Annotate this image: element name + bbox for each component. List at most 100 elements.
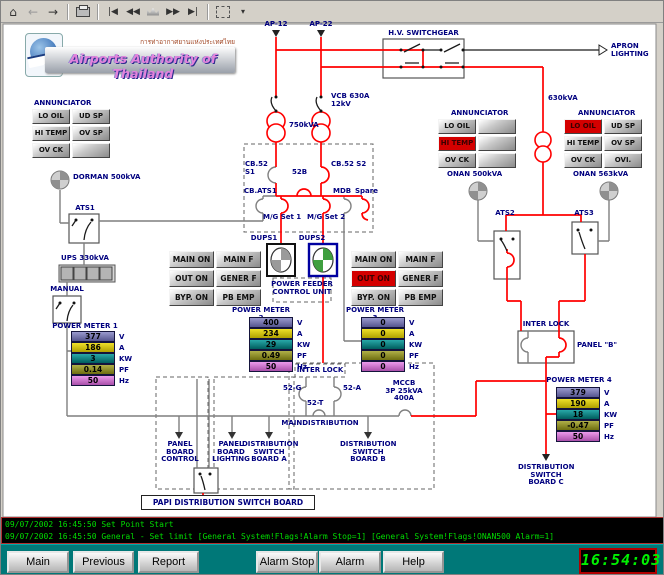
annunciator-cell: OV CK [438, 153, 476, 168]
meter-value: 0.49 [249, 350, 293, 361]
label-panel-board-control: PANEL BOARD CONTROL [161, 440, 199, 463]
meter-value: 0.14 [71, 364, 115, 375]
power-meter-4-title: POWER METER 4 [546, 376, 612, 384]
meter-value: 29 [249, 339, 293, 350]
label-spare: Spare [355, 187, 378, 195]
status-cell: MAIN ON [169, 251, 214, 268]
status-cell: BYP. ON [351, 289, 396, 306]
dups2-unit [307, 242, 339, 278]
meter-value: 0 [361, 317, 405, 328]
label-ats3: ATS3 [574, 209, 594, 217]
annunciator-cell: LO OIL [438, 119, 476, 134]
annunciator-cell: HI TEMP [32, 126, 70, 141]
label-52a: 52-A [343, 384, 362, 392]
meter-value: 3 [71, 353, 115, 364]
label-cbats1: CB.ATS1 [244, 187, 277, 195]
power-meter-4: 379 V 190 A 18 KW -0.47 PF 50 Hz [556, 387, 617, 442]
label-dups2: DUPS2 [298, 234, 326, 242]
meter-value: 234 [249, 328, 293, 339]
papi-distribution-switch-board: PAPI DISTRIBUTION SWITCH BOARD [141, 495, 315, 510]
meter-unit: KW [119, 354, 133, 363]
meter-value: 379 [556, 387, 600, 398]
label-vcb: VCB 630A 12kV [331, 92, 370, 108]
label-ap12: AP-12 [264, 20, 288, 28]
label-cb52s2: CB.52 S2 [331, 160, 367, 168]
alarm-log: 09/07/2002 16:45:50 Set Point Start 09/0… [1, 517, 663, 544]
label-manual: MANUAL [50, 285, 84, 293]
meter-unit: V [119, 332, 125, 341]
label-dist-switch-board-b: DISTRIBUTION SWITCH BOARD B [340, 440, 397, 463]
status-cell: GENER F [398, 270, 443, 287]
power-meter-1-title: POWER METER 1 [52, 322, 118, 330]
label-ats1: ATS1 [75, 204, 95, 212]
annunciator-cell: OV SP [604, 136, 642, 151]
help-button[interactable]: Help [383, 551, 444, 573]
label-52b: 52B [292, 168, 308, 176]
meter-unit: A [604, 399, 610, 408]
aat-logo: การท่าอากาศยานแห่งประเทศไทย Airports Aut… [25, 31, 237, 81]
annunciator-middle-title: ANNUNCIATOR [451, 109, 509, 117]
annunciator-cell: HI TEMP [564, 136, 602, 151]
status-cell: PB EMP [398, 289, 443, 306]
meter-value: 190 [556, 398, 600, 409]
label-dorman-500kva: DORMAN 500kVA [73, 173, 141, 181]
report-button[interactable]: Report [138, 551, 199, 573]
status-cell: BYP. ON [169, 289, 214, 306]
label-dist-switch-board-c: DISTRIBUTION SWITCH BOARD C [518, 463, 575, 486]
power-meter-2: 400 V 234 A 29 KW 0.49 PF 50 Hz [249, 317, 310, 372]
meter-unit: A [409, 329, 415, 338]
annunciator-cell [72, 143, 110, 158]
label-cb52s1: CB.52 S1 [245, 160, 268, 176]
meter-value: 50 [71, 375, 115, 386]
ups-status-panel-left: MAIN ON MAIN F OUT ON GENER F BYP. ON PB… [169, 251, 261, 306]
label-mdb: MDB [333, 187, 352, 195]
footer-bar: Main Previous Report Alarm Stop Alarm Re… [1, 544, 663, 574]
annunciator-cell: UD SP [604, 119, 642, 134]
meter-unit: Hz [604, 432, 614, 441]
annunciator-cell: OV SP [72, 126, 110, 141]
status-cell: MAIN F [398, 251, 443, 268]
status-cell: MAIN F [216, 251, 261, 268]
logo-english-text: Airports Authority of Thailand [69, 51, 217, 81]
scada-window: ⌂ ← → |◀ ◀◀ ▶▶ ▶| ▾ การท่าอากาศยานแห่งปร… [0, 0, 664, 575]
meter-value: 0 [361, 350, 405, 361]
annunciator-cell-alarm: LO OIL [564, 119, 602, 134]
label-ap22: AP-22 [309, 20, 333, 28]
meter-unit: A [297, 329, 303, 338]
meter-value: 50 [556, 431, 600, 442]
label-630kva: 630kVA [548, 94, 578, 102]
label-interlock-right: INTER LOCK [522, 320, 570, 328]
alarm-stop-button[interactable]: Alarm Stop [256, 551, 318, 573]
meter-value: 18 [556, 409, 600, 420]
label-onan-500kva: ONAN 500kVA [447, 170, 503, 178]
meter-value: 0 [361, 328, 405, 339]
annunciator-left: LO OIL UD SP HI TEMP OV SP OV CK [32, 109, 110, 158]
label-dist-switch-board-a: DISTRIBUTION SWITCH BOARD A [242, 440, 299, 463]
alarm-reset-button[interactable]: Alarm Reset [319, 551, 381, 573]
annunciator-middle: LO OIL HI TEMP OV CK [438, 119, 516, 168]
meter-value: 0 [361, 339, 405, 350]
label-mg-set2: M/G Set 2 [307, 213, 346, 221]
main-button[interactable]: Main [7, 551, 69, 573]
meter-unit: PF [409, 351, 419, 360]
annunciator-cell: OV CK [32, 143, 70, 158]
digital-clock: 16:54:03 [579, 548, 660, 574]
label-panel-b: PANEL "B" [577, 341, 618, 349]
status-cell: GENER F [216, 270, 261, 287]
previous-button[interactable]: Previous [73, 551, 134, 573]
status-cell: MAIN ON [351, 251, 396, 268]
status-cell-alarm: OUT ON [351, 270, 396, 287]
meter-unit: Hz [119, 376, 129, 385]
meter-value: 186 [71, 342, 115, 353]
label-52g: 52-G [283, 384, 302, 392]
annunciator-cell: UD SP [72, 109, 110, 124]
ups-status-panel-right: MAIN ON MAIN F OUT ON GENER F BYP. ON PB… [351, 251, 443, 306]
meter-unit: PF [119, 365, 129, 374]
label-onan-563kva: ONAN 563kVA [573, 170, 629, 178]
meter-unit: Hz [297, 362, 307, 371]
meter-unit: V [604, 388, 610, 397]
alarm-log-line: 09/07/2002 16:45:50 Set Point Start [5, 520, 174, 529]
label-750kva: 750kVA [289, 121, 319, 129]
annunciator-cell: OV CK [564, 153, 602, 168]
annunciator-left-title: ANNUNCIATOR [34, 99, 92, 107]
